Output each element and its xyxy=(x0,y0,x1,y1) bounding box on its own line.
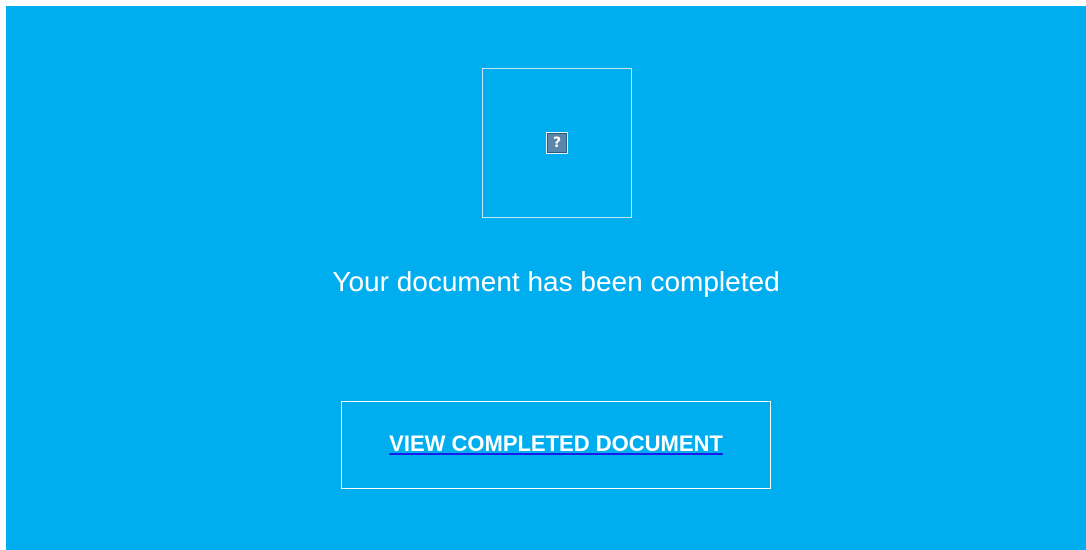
view-document-button[interactable]: VIEW COMPLETED DOCUMENT xyxy=(341,401,771,489)
broken-image-icon: ? xyxy=(546,132,568,154)
completion-message: Your document has been completed xyxy=(332,266,780,297)
view-completed-document-link[interactable]: VIEW COMPLETED DOCUMENT xyxy=(342,430,770,458)
email-panel: ? Your document has been completed VIEW … xyxy=(6,6,1086,550)
logo-image-placeholder: ? xyxy=(482,68,632,218)
